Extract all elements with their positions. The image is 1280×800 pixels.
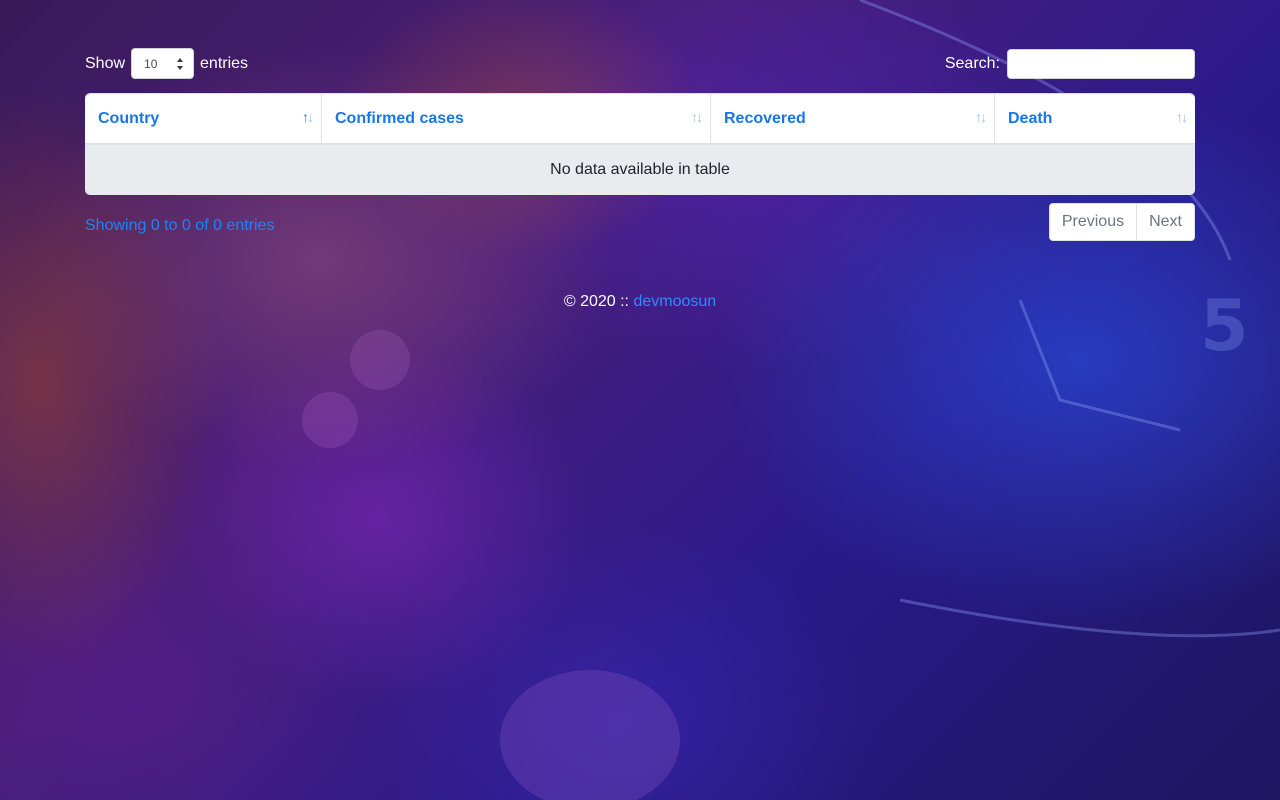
search-control: Search: xyxy=(945,48,1195,79)
column-header-recovered[interactable]: Recovered ↑↓ xyxy=(711,94,995,143)
table-header: Country ↑↓ Confirmed cases ↑↓ Recovered … xyxy=(85,94,1195,145)
sort-arrows-icon: ↑↓ xyxy=(691,109,703,125)
search-input[interactable] xyxy=(1007,48,1195,79)
sort-arrows-icon: ↑↓ xyxy=(302,109,314,125)
data-table: Country ↑↓ Confirmed cases ↑↓ Recovered … xyxy=(85,93,1195,195)
sort-arrows-icon: ↑↓ xyxy=(1176,109,1188,125)
column-header-label: Confirmed cases xyxy=(335,109,464,127)
sort-arrows-icon: ↑↓ xyxy=(975,109,987,125)
entries-per-page-value: 10 xyxy=(144,56,158,71)
column-header-label: Death xyxy=(1008,109,1053,127)
show-label: Show xyxy=(85,54,126,72)
previous-page-button[interactable]: Previous xyxy=(1050,204,1136,240)
pagination: Previous Next xyxy=(1048,203,1195,241)
entries-label: entries xyxy=(200,54,249,72)
column-header-death[interactable]: Death ↑↓ xyxy=(995,94,1195,143)
footer: © 2020 :: devmoosun xyxy=(0,293,1280,311)
column-header-country[interactable]: Country ↑↓ xyxy=(85,94,322,143)
column-header-confirmed-cases[interactable]: Confirmed cases ↑↓ xyxy=(322,94,711,143)
entries-length-control: Show 10 entries xyxy=(85,48,248,79)
empty-table-message: No data available in table xyxy=(85,145,1195,195)
next-page-button[interactable]: Next xyxy=(1136,204,1194,240)
search-label: Search: xyxy=(944,54,1000,72)
table-info: Showing 0 to 0 of 0 entries xyxy=(85,217,275,234)
footer-copyright: © 2020 :: xyxy=(563,293,629,310)
column-header-label: Country xyxy=(98,109,160,127)
entries-per-page-select[interactable]: 10 xyxy=(131,48,195,79)
column-header-label: Recovered xyxy=(724,109,806,127)
footer-author-link[interactable]: devmoosun xyxy=(633,293,716,310)
select-arrows-icon xyxy=(177,58,184,70)
